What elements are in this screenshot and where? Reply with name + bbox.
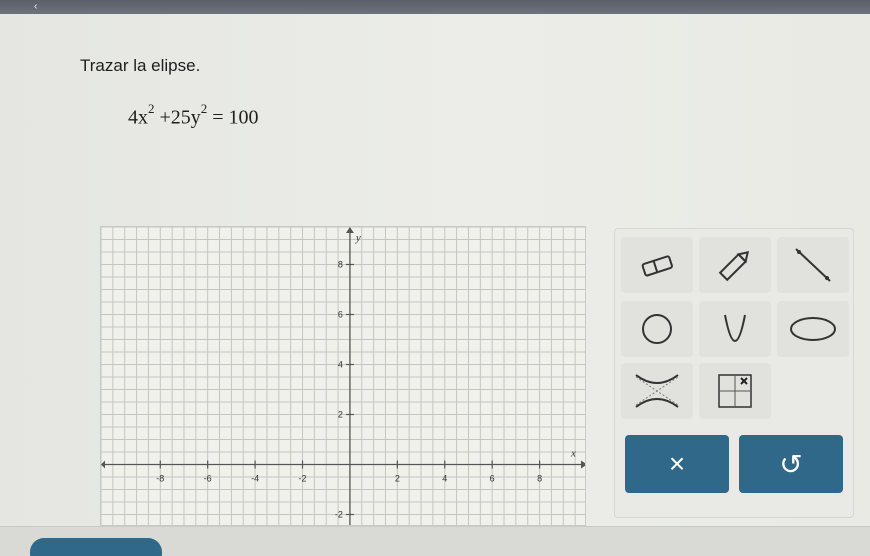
x-tick-label: 2 <box>395 474 400 484</box>
ellipse-icon <box>790 317 836 341</box>
question-prompt: Trazar la elipse. <box>80 56 201 75</box>
graph-area[interactable]: x y -8 -6 -4 -2 2 4 6 8 -2 2 4 6 8 <box>100 226 586 526</box>
undo-button[interactable]: ↺ <box>739 435 843 493</box>
x-tick-label: 8 <box>537 474 542 484</box>
y-axis-arrow-up <box>345 227 354 233</box>
x-tick-label: -2 <box>299 474 307 484</box>
x-axis-label: x <box>570 448 576 460</box>
hyperbola-icon <box>635 374 679 408</box>
x-tick-label: 4 <box>442 474 447 484</box>
top-bar: ‹ <box>0 0 870 14</box>
line-tool-button[interactable] <box>777 237 849 293</box>
x-axis-arrow-left <box>101 460 105 469</box>
circle-tool-button[interactable] <box>621 301 693 357</box>
eraser-icon <box>641 255 673 277</box>
ellipse-tool-button[interactable] <box>777 301 849 357</box>
bottom-action-button[interactable] <box>30 538 162 556</box>
point-tool-button[interactable] <box>699 363 771 419</box>
y-tick-label: 2 <box>338 410 343 420</box>
line-segment-icon <box>795 248 831 282</box>
drawing-toolbox: × ↺ <box>614 228 854 518</box>
parabola-icon <box>724 314 746 342</box>
pencil-icon <box>718 250 750 282</box>
y-tick-label: 6 <box>338 310 343 320</box>
equation-exponent-y: 2 <box>200 101 208 116</box>
ellipse-equation: 4x2 +25y2 = 100 <box>128 101 259 130</box>
eraser-tool-button[interactable] <box>621 237 693 293</box>
y-tick-label: -2 <box>335 510 343 520</box>
hyperbola-tool-button[interactable] <box>621 363 693 419</box>
y-tick-label: 4 <box>338 360 343 370</box>
y-axis-label: y <box>355 232 361 244</box>
pencil-tool-button[interactable] <box>699 237 771 293</box>
y-tick-label: 8 <box>338 260 343 270</box>
x-tick-label: -6 <box>204 474 212 484</box>
circle-icon <box>642 314 672 344</box>
chevron-left-icon[interactable]: ‹ <box>34 1 37 12</box>
x-axis-arrow-right <box>581 460 585 469</box>
x-tick-label: 6 <box>490 474 495 484</box>
equation-term-x: 4x <box>128 106 148 129</box>
equation-term-y: 25y <box>170 106 201 129</box>
clear-button[interactable]: × <box>625 435 729 493</box>
equation-plus: + <box>159 106 171 129</box>
equation-rhs: = 100 <box>212 106 259 129</box>
x-tick-label: -8 <box>156 474 164 484</box>
graph-canvas[interactable]: x y -8 -6 -4 -2 2 4 6 8 -2 2 4 6 8 <box>101 227 586 526</box>
point-grid-icon <box>718 374 752 408</box>
parabola-tool-button[interactable] <box>699 301 771 357</box>
equation-exponent-x: 2 <box>148 101 155 116</box>
x-tick-label: -4 <box>251 474 259 484</box>
